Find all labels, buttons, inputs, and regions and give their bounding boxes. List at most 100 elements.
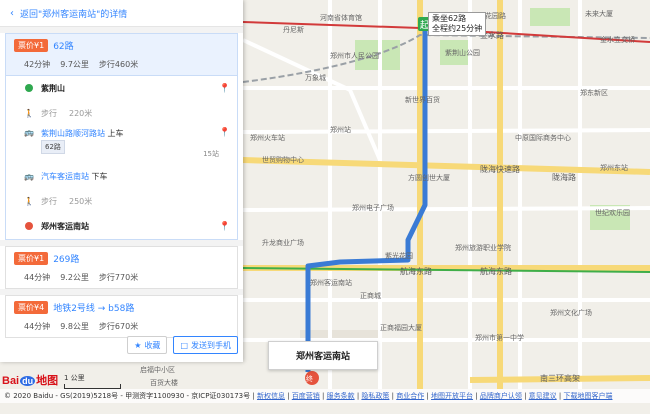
walk-distance: 步行670米	[98, 322, 139, 331]
poi-label: 郑州市第一中学	[475, 333, 524, 342]
distance: 9.7公里	[60, 60, 89, 69]
walk-distance: 步行770米	[98, 273, 139, 282]
logo-bai: Bai	[2, 375, 20, 387]
poi-label: 河南省体育馆	[320, 13, 362, 22]
distance: 9.2公里	[60, 273, 89, 282]
poi-label: 正商福园大厦	[380, 323, 422, 332]
step-end-text: 郑州客运南站	[41, 222, 89, 231]
send-to-phone-button[interactable]: □ 发送到手机	[173, 336, 238, 354]
scale-label: 1 公里	[64, 374, 85, 382]
poi-label: 紫光花园	[385, 251, 413, 260]
step-bus-on: 🚌 紫荆山路顺河路站 上车 62路 📍 15站	[6, 126, 230, 164]
back-link[interactable]: ‹ 返回"郑州客运南站"的详情	[0, 0, 243, 27]
bus-icon: 🚌	[24, 128, 34, 137]
poi-label: 郑州文化广场	[550, 308, 592, 317]
board-action: 上车	[107, 129, 124, 138]
poi-label: 未来大厦	[585, 9, 613, 18]
poi-label: 丹尼斯	[283, 25, 304, 34]
logo-map: 地图	[36, 375, 59, 387]
route-time-bubble: 乘坐62路 全程约25分钟	[428, 12, 487, 36]
location-pin-icon[interactable]: 📍	[219, 128, 230, 138]
duration: 42分钟	[24, 60, 51, 69]
step-bus-off: 🚌 汽车客运南站 下车	[6, 164, 229, 189]
poi-label: 花园路	[485, 11, 506, 20]
step-end: 郑州客运南站 📍	[6, 214, 230, 239]
phone-icon: □	[180, 340, 188, 350]
footer-link[interactable]: 下载地图客户端	[563, 392, 612, 400]
location-pin-icon[interactable]: 📍	[219, 84, 230, 94]
poi-label: 中原国际商务中心	[515, 133, 571, 142]
send-label: 发送到手机	[191, 340, 231, 350]
bus-line-chip: 62路	[41, 140, 65, 154]
route-plan-3[interactable]: 票价¥4 地铁2号线 → b58路 44分钟 9.8公里 步行670米	[5, 295, 238, 338]
poi-label: 正商城	[360, 291, 381, 300]
poi-label: 万象城	[305, 73, 326, 82]
poi-label: 方圆创世大厦	[408, 173, 450, 182]
poi-label: 郑州东站	[600, 163, 628, 172]
poi-label: 紫荆山公园	[445, 48, 480, 57]
route-name[interactable]: 62路	[53, 39, 73, 52]
location-pin-icon[interactable]: 📍	[219, 222, 230, 232]
poi-label: 郑州市人民公园	[330, 51, 379, 60]
fare-tag: 票价¥1	[14, 39, 49, 52]
poi-label: 百货大楼	[150, 378, 178, 387]
route-time-line1: 乘坐62路	[432, 14, 467, 23]
poi-label: 郑东新区	[580, 88, 608, 97]
poi-label: 世纪欢乐园	[595, 208, 630, 217]
stop-count: 15站	[203, 150, 219, 158]
road-label: 航海东路	[480, 266, 512, 276]
route-panel: ‹ 返回"郑州客运南站"的详情 票价¥1 62路 42分钟 9.7公里 步行46…	[0, 0, 243, 362]
step-start-text: 紫荆山	[41, 84, 65, 93]
footer-link[interactable]: 地图开放平台	[431, 392, 473, 400]
star-icon: ★	[134, 340, 142, 350]
road-label: 航海东路	[400, 266, 432, 276]
walk-label: 步行	[41, 197, 57, 206]
favorite-button[interactable]: ★ 收藏	[127, 336, 168, 354]
footer-link[interactable]: 意见建议	[529, 392, 557, 400]
walk-distance: 250米	[69, 197, 93, 206]
footer-link[interactable]: 服务条款	[327, 392, 355, 400]
footer-link[interactable]: 商业合作	[396, 392, 424, 400]
poi-label: 世贸购物中心	[262, 155, 304, 164]
copyright-footer: © 2020 Baidu - GS(2019)5218号 - 甲测资字11009…	[0, 389, 650, 403]
poi-label: 新世界百货	[405, 95, 440, 104]
walk-icon: 🚶	[24, 197, 34, 206]
copyright-text: © 2020 Baidu - GS(2019)5218号 - 甲测资字11009…	[4, 392, 255, 400]
route-time-line2: 全程约25分钟	[432, 24, 483, 33]
road-label: 陇海快速路	[480, 164, 520, 174]
route-name[interactable]: 地铁2号线 → b58路	[53, 301, 134, 314]
baidu-map-logo[interactable]: Bai du 地图	[2, 372, 58, 388]
poi-label: 郑州客运南站	[310, 278, 352, 287]
poi-label: 升龙商业广场	[262, 238, 304, 247]
board-stop[interactable]: 紫荆山路顺河路站	[41, 129, 105, 138]
distance: 9.8公里	[60, 322, 89, 331]
route-name[interactable]: 269路	[53, 252, 79, 265]
road-label: 南三环高架	[540, 373, 580, 383]
walk-distance: 步行460米	[98, 60, 139, 69]
bus-icon: 🚌	[24, 172, 34, 181]
start-dot-icon	[25, 83, 33, 92]
footer-link[interactable]: 百度营销	[292, 392, 320, 400]
end-marker-label: 终	[306, 374, 313, 383]
footer-link[interactable]: 新权信息	[257, 392, 285, 400]
destination-callout: 郑州客运南站	[268, 341, 378, 370]
route-plan-2[interactable]: 票价¥1 269路 44分钟 9.2公里 步行770米	[5, 246, 238, 289]
footer-link[interactable]: 品牌商户认领	[480, 392, 522, 400]
logo-du: du	[20, 376, 36, 386]
park-area	[530, 8, 570, 26]
poi-label: 郑州电子广场	[352, 203, 394, 212]
alight-action: 下车	[91, 172, 108, 181]
route-plan-1[interactable]: 票价¥1 62路 42分钟 9.7公里 步行460米 紫荆山 📍 🚶 步行 220…	[5, 33, 238, 240]
step-walk: 🚶 步行 250米	[6, 189, 229, 214]
road-label: 陇海路	[552, 172, 576, 182]
back-link-label: 返回"郑州客运南站"的详情	[20, 9, 128, 20]
chevron-left-icon: ‹	[10, 7, 14, 19]
footer-link[interactable]: 隐私政策	[361, 392, 389, 400]
poi-label: 金水立交桥	[600, 35, 635, 44]
scale-bar: 1 公里	[64, 373, 121, 389]
poi-label: 郑州站	[330, 125, 351, 134]
alight-stop[interactable]: 汽车客运南站	[41, 172, 89, 181]
end-marker[interactable]: 终	[305, 371, 319, 385]
step-walk: 🚶 步行 220米	[6, 101, 229, 126]
poi-label: 郑州火车站	[250, 133, 285, 142]
